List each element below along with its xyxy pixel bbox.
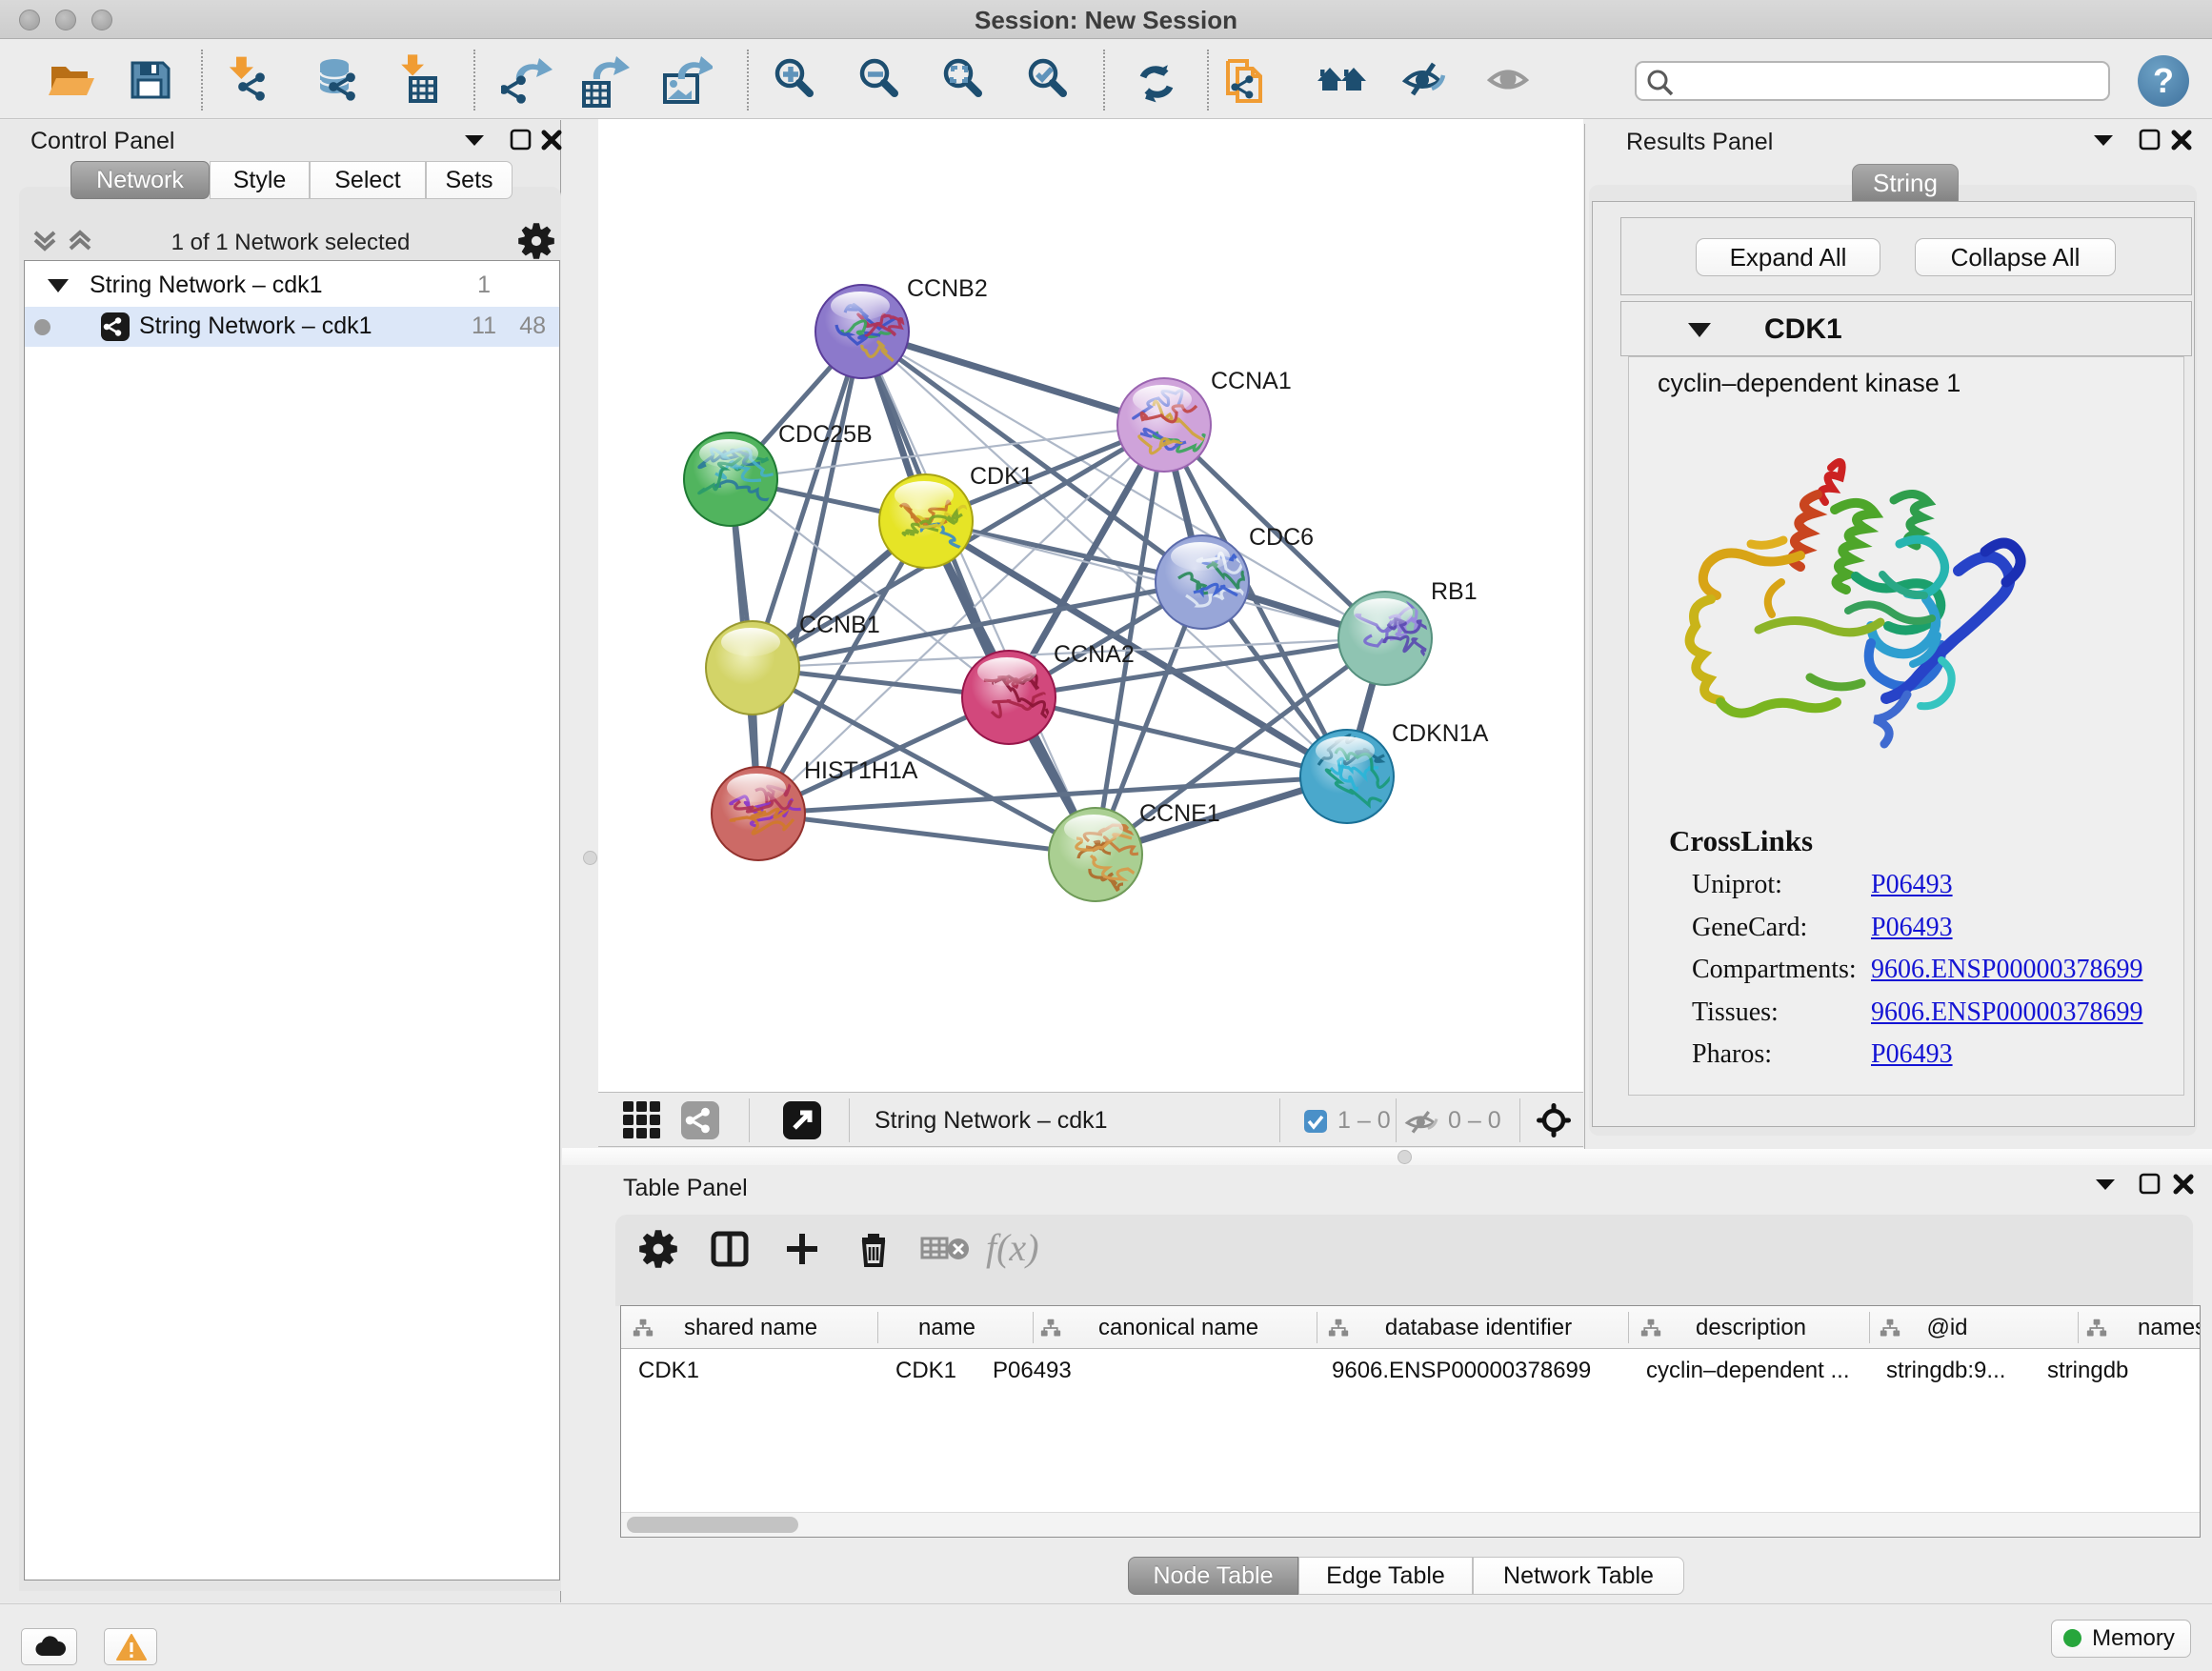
svg-text:HIST1H1A: HIST1H1A — [804, 757, 918, 784]
svg-text:CDK1: CDK1 — [970, 463, 1034, 490]
svg-text:CCNB1: CCNB1 — [799, 612, 880, 638]
svg-text:CDKN1A: CDKN1A — [1392, 720, 1489, 747]
svg-text:CCNA1: CCNA1 — [1211, 368, 1292, 394]
svg-text:CDC6: CDC6 — [1249, 524, 1314, 551]
svg-text:CCNA2: CCNA2 — [1054, 641, 1135, 668]
svg-text:CCNE1: CCNE1 — [1139, 800, 1220, 827]
svg-text:RB1: RB1 — [1431, 578, 1478, 605]
svg-text:CDC25B: CDC25B — [778, 421, 873, 448]
svg-text:CCNB2: CCNB2 — [907, 275, 988, 302]
